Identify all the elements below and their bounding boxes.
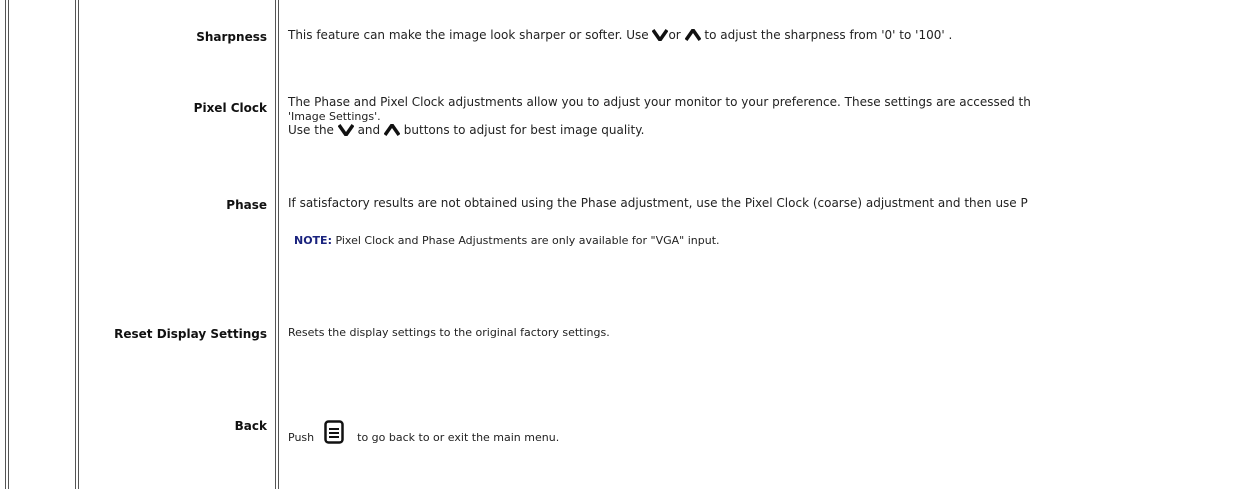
chevron-up-icon [684, 26, 701, 44]
menu-button-icon [323, 420, 344, 448]
row-text-pixel-clock-line3: Use the and buttons to adjust for best i… [288, 121, 645, 139]
row-label-back: Back [234, 419, 267, 433]
chevron-up-icon [383, 121, 401, 139]
table-border-left-outer [5, 0, 6, 489]
label-divider-outer [275, 0, 276, 489]
chevron-down-icon [652, 28, 669, 44]
back-text-b: to go back to or exit the main menu. [357, 431, 560, 444]
row-text-pixel-clock-line2: 'Image Settings'. [288, 110, 381, 123]
row-label-phase: Phase [226, 198, 267, 212]
column-divider-outer [75, 0, 76, 489]
table-border-left-inner [8, 0, 9, 489]
sharpness-text-a: This feature can make the image look sha… [288, 28, 653, 42]
chevron-down-icon [337, 123, 355, 139]
pixel-clock-text-b: and [353, 123, 384, 137]
row-text-back: Push to go back to or exit the main menu… [288, 420, 559, 448]
column-divider-inner [78, 0, 79, 489]
note-label: NOTE: [294, 234, 332, 247]
note-text: Pixel Clock and Phase Adjustments are on… [331, 234, 720, 247]
row-label-sharpness: Sharpness [196, 30, 267, 44]
row-text-reset-display-settings: Resets the display settings to the origi… [288, 326, 610, 339]
pixel-clock-text-c: buttons to adjust for best image quality… [399, 123, 645, 137]
row-text-phase: If satisfactory results are not obtained… [288, 196, 1028, 210]
sharpness-text-b: or [668, 28, 685, 42]
row-text-pixel-clock-line1: The Phase and Pixel Clock adjustments al… [288, 95, 1031, 109]
sharpness-text-c: to adjust the sharpness from '0' to '100… [700, 28, 953, 42]
row-text-sharpness: This feature can make the image look sha… [288, 26, 953, 44]
back-text-a: Push [288, 431, 315, 444]
row-label-pixel-clock: Pixel Clock [193, 101, 267, 115]
label-divider-inner [278, 0, 279, 489]
phase-note: NOTE: Pixel Clock and Phase Adjustments … [294, 234, 720, 248]
pixel-clock-text-a: Use the [288, 123, 338, 137]
row-label-reset-display-settings: Reset Display Settings [114, 327, 267, 341]
